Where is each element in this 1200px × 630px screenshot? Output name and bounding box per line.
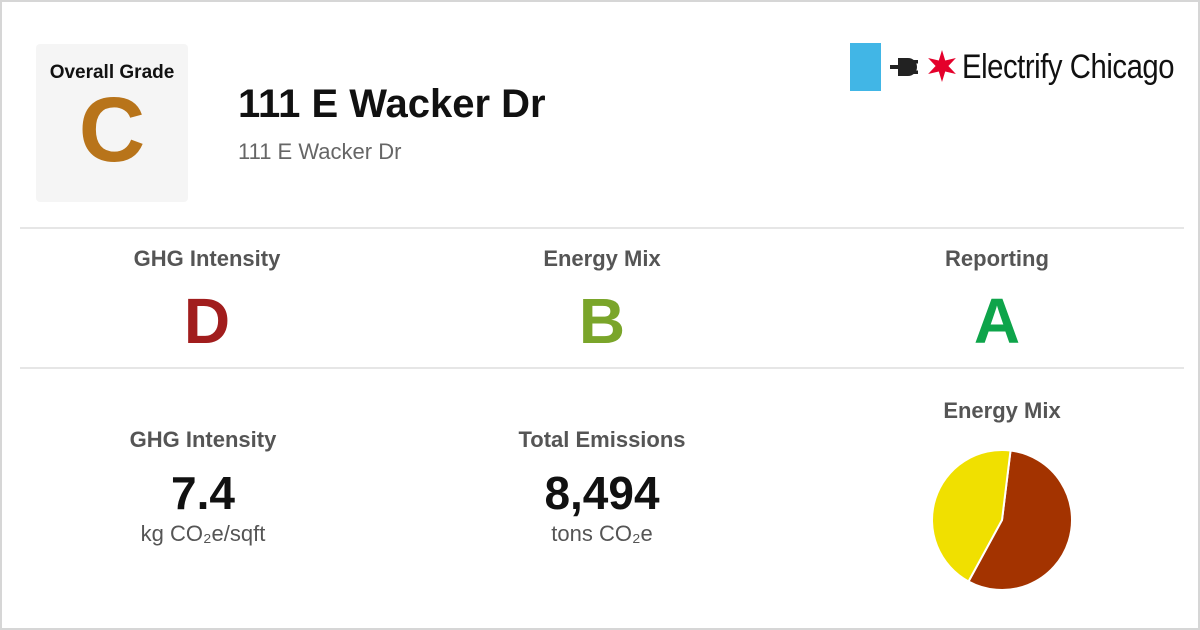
- logo-blue-bar: [850, 43, 881, 91]
- metric-ghg-intensity: GHG Intensity 7.4 kg CO₂e/sqft: [53, 427, 353, 547]
- energy-mix-chart: Energy Mix: [852, 398, 1152, 592]
- plug-icon: [890, 58, 918, 76]
- electrify-chicago-logo[interactable]: Electrify Chicago: [850, 42, 1180, 92]
- chicago-star-icon: [928, 50, 956, 82]
- grade-reporting: Reporting A: [847, 246, 1147, 356]
- divider-top: [20, 227, 1184, 229]
- grade-letter: B: [578, 285, 626, 357]
- metric-unit: tons CO₂e: [551, 521, 653, 546]
- divider-bottom: [20, 367, 1184, 369]
- metric-value: 8,494: [544, 467, 660, 519]
- logo-text: Electrify Chicago: [962, 48, 1175, 86]
- metric-unit: kg CO₂e/sqft: [140, 521, 266, 546]
- building-name: 111 E Wacker Dr: [238, 82, 546, 126]
- metric-label: Total Emissions: [518, 427, 686, 452]
- grade-ghg-intensity: GHG Intensity D: [57, 246, 357, 356]
- metric-label: GHG Intensity: [129, 427, 277, 452]
- overall-grade-letter: C: [78, 79, 146, 181]
- grade-letter: D: [183, 285, 231, 357]
- overall-grade-box: Overall Grade C: [36, 44, 188, 202]
- grade-label: Energy Mix: [543, 246, 661, 271]
- building-card: Overall Grade C 111 E Wacker Dr 111 E Wa…: [0, 0, 1200, 630]
- grade-label: Reporting: [945, 246, 1049, 271]
- metric-total-emissions: Total Emissions 8,494 tons CO₂e: [452, 427, 752, 547]
- grade-letter: A: [973, 285, 1021, 357]
- grade-label: GHG Intensity: [133, 246, 281, 271]
- energy-mix-title: Energy Mix: [943, 398, 1061, 423]
- energy-mix-pie: [931, 449, 1073, 591]
- grade-energy-mix: Energy Mix B: [452, 246, 752, 356]
- building-address: 111 E Wacker Dr: [238, 139, 402, 164]
- metric-value: 7.4: [171, 467, 235, 519]
